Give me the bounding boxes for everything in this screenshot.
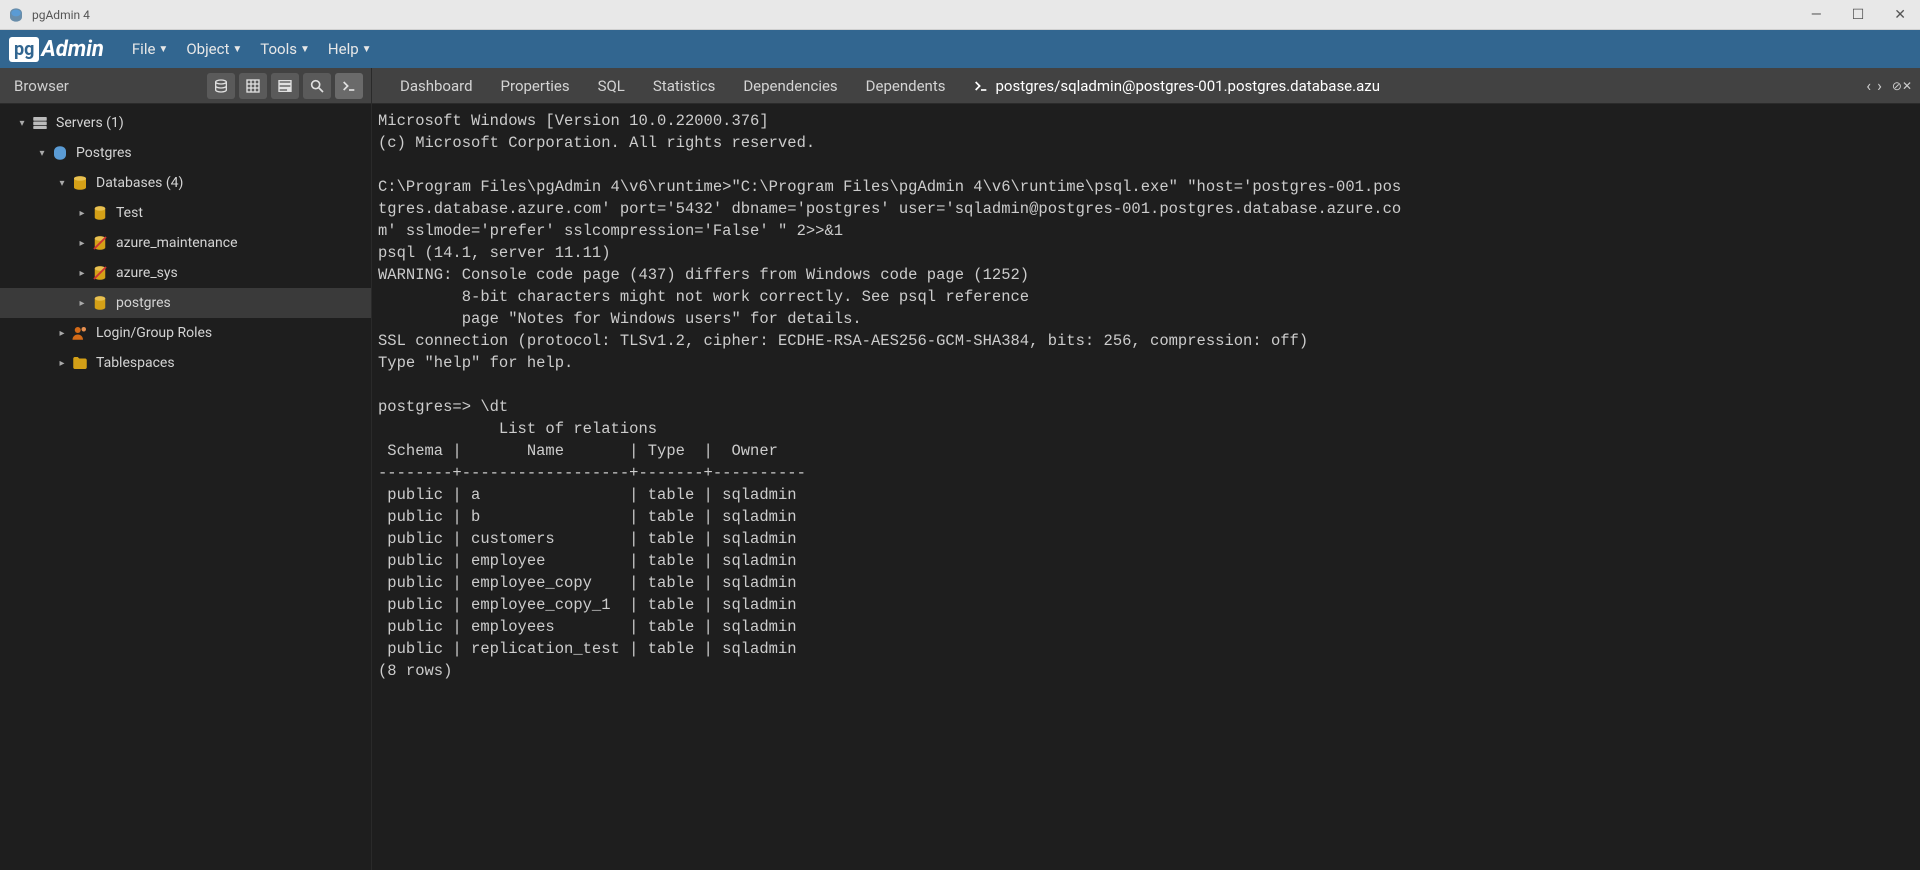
tree-label: azure_maintenance bbox=[116, 235, 238, 251]
chevron-right-icon: ▸ bbox=[74, 298, 90, 309]
logo-admin: Admin bbox=[41, 37, 103, 62]
menu-help[interactable]: Help▼ bbox=[328, 40, 372, 58]
grid-button[interactable] bbox=[239, 73, 267, 99]
tree-label: postgres bbox=[116, 295, 171, 311]
tree-db-test[interactable]: ▸ Test bbox=[0, 198, 371, 228]
menu-tools[interactable]: Tools▼ bbox=[260, 40, 310, 58]
roles-icon bbox=[70, 323, 90, 343]
chevron-down-icon: ▼ bbox=[232, 44, 242, 55]
tab-dependencies[interactable]: Dependencies bbox=[729, 68, 851, 103]
sidebar-title: Browser bbox=[14, 77, 207, 95]
database-icon bbox=[70, 173, 90, 193]
chevron-down-icon: ▼ bbox=[158, 44, 168, 55]
tree-db-azure-sys[interactable]: ▸ azure_sys bbox=[0, 258, 371, 288]
psql-button[interactable] bbox=[335, 73, 363, 99]
chevron-right-icon: ▸ bbox=[74, 208, 90, 219]
chevron-right-icon: ▸ bbox=[54, 358, 70, 369]
server-config-button[interactable] bbox=[207, 73, 235, 99]
tab-sql[interactable]: SQL bbox=[584, 68, 639, 103]
window-titlebar: pgAdmin 4 — ☐ ✕ bbox=[0, 0, 1920, 30]
menubar: pg Admin File▼ Object▼ Tools▼ Help▼ bbox=[0, 30, 1920, 68]
chevron-down-icon: ▾ bbox=[34, 148, 50, 159]
menu-object[interactable]: Object▼ bbox=[186, 40, 242, 58]
terminal-icon bbox=[973, 78, 989, 94]
tabs: Dashboard Properties SQL Statistics Depe… bbox=[372, 68, 1920, 104]
window-controls: — ☐ ✕ bbox=[1805, 5, 1912, 25]
tree-tablespaces[interactable]: ▸ Tablespaces bbox=[0, 348, 371, 378]
tree-label: Databases (4) bbox=[96, 175, 183, 191]
database-disabled-icon bbox=[90, 263, 110, 283]
tree-db-azure-maintenance[interactable]: ▸ azure_maintenance bbox=[0, 228, 371, 258]
tree-label: azure_sys bbox=[116, 265, 178, 281]
tab-psql[interactable]: postgres/sqladmin@postgres-001.postgres.… bbox=[959, 68, 1393, 103]
menu-file[interactable]: File▼ bbox=[132, 40, 168, 58]
terminal-output[interactable]: Microsoft Windows [Version 10.0.22000.37… bbox=[372, 104, 1920, 870]
chevron-down-icon: ▾ bbox=[54, 178, 70, 189]
filter-button[interactable] bbox=[271, 73, 299, 99]
tree-label: Servers (1) bbox=[56, 115, 124, 131]
tabs-nav: ‹ › ⊘✕ bbox=[1866, 76, 1912, 95]
chevron-down-icon: ▼ bbox=[362, 44, 372, 55]
logo: pg Admin bbox=[9, 37, 104, 62]
chevron-right-icon: ▸ bbox=[74, 268, 90, 279]
tab-label: postgres/sqladmin@postgres-001.postgres.… bbox=[995, 77, 1379, 95]
content-area: Dashboard Properties SQL Statistics Depe… bbox=[372, 68, 1920, 870]
database-disabled-icon bbox=[90, 233, 110, 253]
tab-next-button[interactable]: › bbox=[1877, 76, 1882, 95]
database-icon bbox=[90, 203, 110, 223]
tree-label: Test bbox=[116, 205, 143, 221]
tree-label: Postgres bbox=[76, 145, 132, 161]
tree-postgres-group[interactable]: ▾ Postgres bbox=[0, 138, 371, 168]
folder-icon bbox=[70, 353, 90, 373]
maximize-button[interactable]: ☐ bbox=[1846, 5, 1871, 25]
tab-statistics[interactable]: Statistics bbox=[639, 68, 729, 103]
app-icon bbox=[8, 7, 24, 23]
tree: ▾ Servers (1) ▾ Postgres ▾ Databases (4)… bbox=[0, 104, 371, 870]
sidebar-header: Browser bbox=[0, 68, 371, 104]
logo-pg: pg bbox=[9, 37, 39, 62]
tab-dependents[interactable]: Dependents bbox=[852, 68, 960, 103]
tab-properties[interactable]: Properties bbox=[487, 68, 584, 103]
tab-dashboard[interactable]: Dashboard bbox=[386, 68, 487, 103]
search-button[interactable] bbox=[303, 73, 331, 99]
tree-db-postgres[interactable]: ▸ postgres bbox=[0, 288, 371, 318]
tree-login-roles[interactable]: ▸ Login/Group Roles bbox=[0, 318, 371, 348]
chevron-right-icon: ▸ bbox=[54, 328, 70, 339]
tree-label: Login/Group Roles bbox=[96, 325, 212, 341]
sidebar: Browser ▾ Servers (1) ▾ Postgres bbox=[0, 68, 372, 870]
close-button[interactable]: ✕ bbox=[1888, 5, 1912, 25]
tree-servers[interactable]: ▾ Servers (1) bbox=[0, 108, 371, 138]
tree-databases[interactable]: ▾ Databases (4) bbox=[0, 168, 371, 198]
chevron-down-icon: ▾ bbox=[14, 118, 30, 129]
elephant-icon bbox=[50, 143, 70, 163]
servers-icon bbox=[30, 113, 50, 133]
chevron-right-icon: ▸ bbox=[74, 238, 90, 249]
tree-label: Tablespaces bbox=[96, 355, 175, 371]
database-icon bbox=[90, 293, 110, 313]
tab-close-button[interactable]: ⊘✕ bbox=[1892, 79, 1912, 93]
tab-prev-button[interactable]: ‹ bbox=[1866, 76, 1871, 95]
window-title: pgAdmin 4 bbox=[32, 8, 90, 22]
minimize-button[interactable]: — bbox=[1805, 5, 1828, 25]
chevron-down-icon: ▼ bbox=[300, 44, 310, 55]
